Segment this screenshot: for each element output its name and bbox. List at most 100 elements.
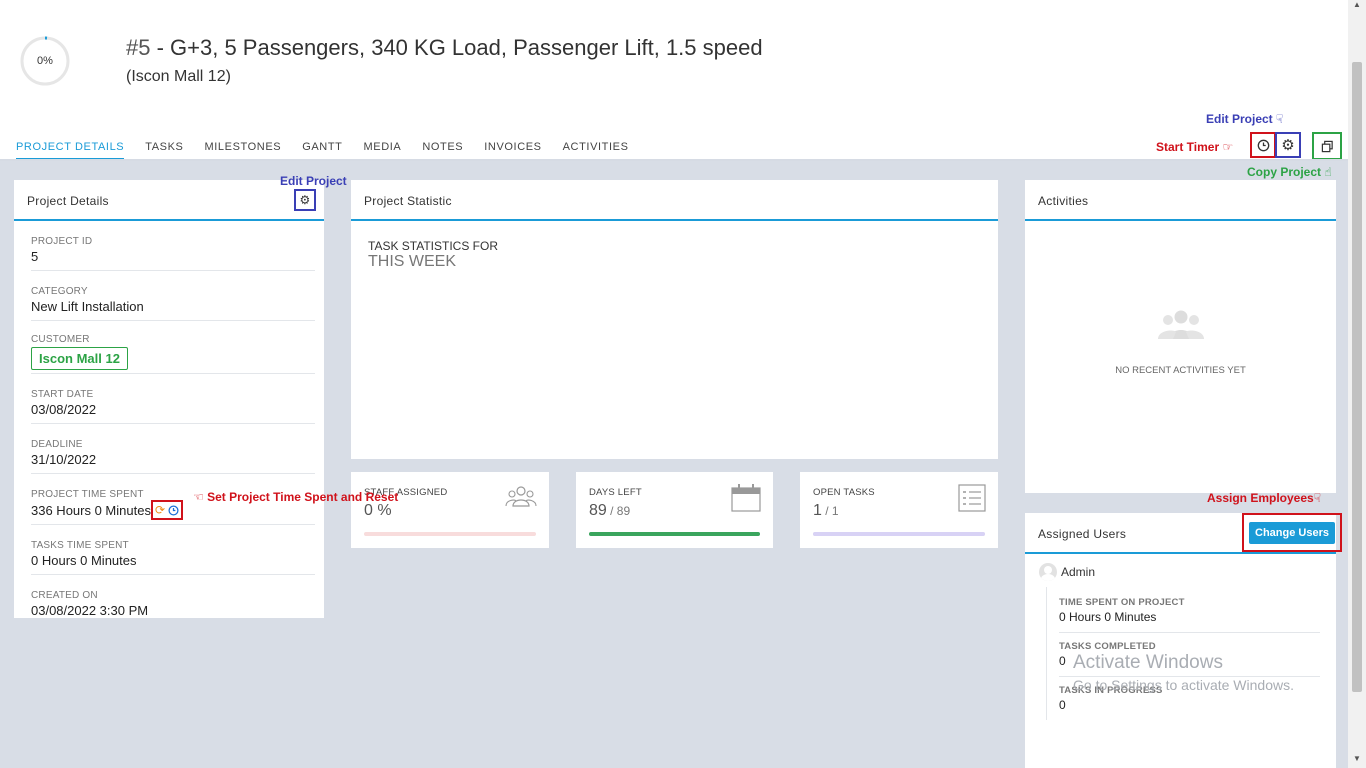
- clock-icon: [1257, 139, 1269, 151]
- pointer-hand-icon: ☟: [1276, 112, 1284, 126]
- reset-icon[interactable]: ⟳: [155, 503, 165, 517]
- field-value: 0 Hours 0 Minutes: [1059, 610, 1157, 624]
- field-value: 0: [1059, 698, 1066, 712]
- copy-project-button[interactable]: [1312, 132, 1342, 160]
- tab-invoices[interactable]: INVOICES: [484, 136, 541, 160]
- open-tasks-value: 1: [813, 502, 822, 519]
- days-progress-fill: [589, 532, 760, 536]
- time-actions: ⟳: [150, 500, 184, 520]
- open-tasks-progress-fill: [813, 532, 985, 536]
- project-details-panel: Project Details ⚙ PROJECT ID 5 CATEGORY …: [14, 180, 324, 618]
- tab-activities[interactable]: ACTIVITIES: [563, 136, 629, 160]
- panel-title: Activities: [1038, 194, 1089, 208]
- panel-header: Project Statistic: [351, 180, 998, 221]
- tab-tasks[interactable]: TASKS: [145, 136, 183, 160]
- tab-notes[interactable]: NOTES: [422, 136, 463, 160]
- scroll-up-icon[interactable]: ▲: [1348, 0, 1366, 14]
- field-label: CREATED ON: [31, 590, 98, 601]
- gear-icon: ⚙: [1281, 137, 1295, 154]
- tab-gantt[interactable]: GANTT: [302, 136, 342, 160]
- field-label: START DATE: [31, 389, 94, 400]
- assigned-user: Admin: [1039, 563, 1095, 581]
- annotation-text: Assign Employees: [1207, 491, 1314, 505]
- statistics-period: THIS WEEK: [368, 253, 457, 270]
- annotation-copy-project: Copy Project ☝: [1247, 165, 1332, 179]
- annotation-start-timer: Start Timer ☞: [1156, 140, 1233, 154]
- field-created-on: CREATED ON 03/08/2022 3:30 PM: [31, 575, 315, 624]
- activities-panel: Activities NO RECENT ACTIVITIES YET: [1025, 180, 1336, 493]
- days-progress-track: [589, 532, 760, 536]
- calendar-icon: [731, 484, 761, 517]
- annotation-set-time: ☜ Set Project Time Spent and Reset: [193, 490, 398, 504]
- avatar: [1039, 563, 1057, 581]
- assigned-users-panel: Assigned Users Admin TIME SPENT ON PROJE…: [1025, 513, 1336, 768]
- field-tasks-time-spent: TASKS TIME SPENT 0 Hours 0 Minutes: [31, 525, 315, 575]
- change-users-wrapper: Change Users: [1242, 513, 1342, 552]
- days-left-value: 89: [589, 502, 607, 519]
- tab-milestones[interactable]: MILESTONES: [205, 136, 282, 160]
- field-value: 31/10/2022: [31, 452, 97, 467]
- days-total: / 89: [606, 504, 631, 518]
- tab-project-details[interactable]: PROJECT DETAILS: [16, 136, 125, 160]
- field-value: 5: [31, 249, 39, 264]
- no-activities-message: NO RECENT ACTIVITIES YET: [1115, 365, 1246, 376]
- project-statistic-panel: Project Statistic TASK STATISTICS FOR TH…: [351, 180, 998, 459]
- field-label: TASKS COMPLETED: [1059, 641, 1156, 652]
- pointer-hand-icon: ☟: [1313, 491, 1322, 505]
- annotation-text: Set Project Time Spent and Reset: [207, 490, 399, 504]
- days-left-card: DAYS LEFT 89 / 89: [576, 472, 773, 548]
- project-tabs: PROJECT DETAILS TASKS MILESTONES GANTT M…: [0, 136, 629, 160]
- tab-media[interactable]: MEDIA: [364, 136, 402, 160]
- staff-progress-bar: [364, 532, 536, 536]
- field-value-row: 336 Hours 0 Minutes ⟳: [31, 500, 315, 520]
- stat-time-spent: TIME SPENT ON PROJECT 0 Hours 0 Minutes: [1059, 587, 1320, 633]
- field-label: TASKS TIME SPENT: [31, 540, 129, 551]
- panel-title: Assigned Users: [1038, 527, 1127, 541]
- annotation-assign-employees: Assign Employees☟: [1207, 491, 1321, 505]
- task-statistics: TASK STATISTICS FOR THIS WEEK: [351, 221, 998, 271]
- field-value: 03/08/2022 3:30 PM: [31, 603, 149, 618]
- scroll-down-icon[interactable]: ▼: [1348, 754, 1366, 768]
- pointer-hand-icon: ☞: [1222, 140, 1234, 154]
- field-label: PROJECT ID: [31, 236, 93, 247]
- field-category: CATEGORY New Lift Installation: [31, 271, 315, 321]
- edit-project-button[interactable]: ⚙: [294, 189, 316, 211]
- field-deadline: DEADLINE 31/10/2022: [31, 424, 315, 474]
- field-value: 0 Hours 0 Minutes: [31, 553, 137, 568]
- clock-icon[interactable]: [168, 504, 179, 516]
- field-value: 336 Hours 0 Minutes: [31, 502, 151, 518]
- page-title: #5 - G+3, 5 Passengers, 340 KG Load, Pas…: [126, 35, 763, 61]
- start-timer-button[interactable]: [1250, 132, 1276, 158]
- scrollbar-thumb[interactable]: [1352, 62, 1362, 692]
- windows-activation-title: Activate Windows: [1073, 652, 1223, 673]
- field-start-date: START DATE 03/08/2022: [31, 374, 315, 424]
- users-group-icon: [1025, 308, 1336, 345]
- progress-ring: 0%: [20, 36, 70, 86]
- pointer-hand-icon: ☜: [193, 490, 204, 504]
- customer-link[interactable]: Iscon Mall 12: [31, 347, 128, 370]
- change-users-button[interactable]: Change Users: [1249, 521, 1335, 544]
- progress-percent: 0%: [37, 55, 53, 67]
- field-label: CATEGORY: [31, 286, 88, 297]
- project-title-text: - G+3, 5 Passengers, 340 KG Load, Passen…: [150, 35, 763, 60]
- panel-title: Project Details: [27, 194, 109, 208]
- annotation-text: Start Timer: [1156, 140, 1220, 154]
- open-tasks-progress-track: [813, 532, 985, 536]
- gear-icon: ⚙: [299, 193, 311, 207]
- edit-project-settings-button[interactable]: ⚙: [1275, 132, 1301, 158]
- project-header: 0% #5 - G+3, 5 Passengers, 340 KG Load, …: [0, 0, 1348, 161]
- copy-icon: [1321, 140, 1333, 152]
- annotation-edit-project-panel: Edit Project: [280, 174, 347, 188]
- field-value: New Lift Installation: [31, 299, 144, 314]
- field-label: DEADLINE: [31, 439, 83, 450]
- field-customer: CUSTOMER Iscon Mall 12: [31, 321, 315, 374]
- page-scrollbar[interactable]: ▲ ▼: [1348, 0, 1366, 768]
- windows-activation-subtitle: Go to Settings to activate Windows.: [1073, 677, 1294, 693]
- annotation-edit-project-top: Edit Project ☟: [1206, 112, 1283, 126]
- list-icon: [958, 484, 986, 517]
- user-name: Admin: [1061, 565, 1096, 579]
- annotation-text: Edit Project: [280, 174, 347, 188]
- project-number: #5: [126, 35, 151, 60]
- staff-assigned-card: STAFF ASSIGNED 0 %: [351, 472, 549, 548]
- panel-header: Project Details ⚙: [14, 180, 324, 221]
